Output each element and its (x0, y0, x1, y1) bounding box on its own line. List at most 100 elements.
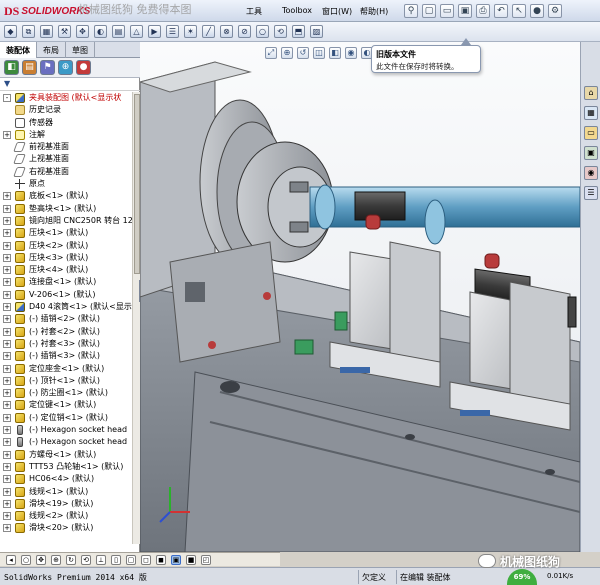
expand-toggle-icon[interactable]: + (3, 278, 11, 287)
expand-toggle-icon[interactable]: + (3, 229, 11, 238)
perspective-icon[interactable]: ◰ (201, 554, 211, 565)
expand-toggle-icon[interactable]: + (3, 241, 11, 250)
expand-toggle-icon[interactable]: + (3, 512, 11, 521)
feature-manager-icon[interactable]: ◧ (4, 60, 19, 75)
tree-item[interactable]: + (-) 顶针<1> (默认) (0, 375, 132, 387)
tree-item[interactable]: + 垫高块<1> (默认) (0, 203, 132, 215)
expand-toggle-icon[interactable]: + (3, 364, 11, 373)
expand-toggle-icon[interactable]: + (3, 462, 11, 471)
expand-toggle-icon[interactable]: + (3, 376, 11, 385)
tree-scrollbar[interactable] (132, 92, 140, 544)
open-file-icon[interactable]: ▭ (440, 4, 454, 18)
expand-toggle-icon[interactable]: + (3, 438, 11, 447)
expand-toggle-icon[interactable]: + (3, 303, 11, 312)
tree-item[interactable]: - 夹具装配图 (默认<显示状 (0, 92, 132, 104)
tree-item[interactable]: 原点 (0, 178, 132, 190)
tree-item[interactable]: + (-) 插销<3> (默认) (0, 350, 132, 362)
bill-of-materials-icon[interactable]: ☰ (166, 25, 179, 38)
expand-toggle-icon[interactable]: + (3, 192, 11, 201)
graphics-area[interactable]: ⤢ ⊕ ↺ ◫ ◧ ◉ ◐ ● ▣ ▤ (140, 42, 580, 552)
shaded-icon[interactable]: ■ (186, 554, 196, 565)
print-icon[interactable]: ⎙ (476, 4, 490, 18)
expand-toggle-icon[interactable]: + (3, 315, 11, 324)
tree-item[interactable]: + 注解 (0, 129, 132, 141)
tree-item[interactable]: 历史记录 (0, 104, 132, 116)
tree-item[interactable]: + 滑块<20> (默认) (0, 522, 132, 534)
expand-toggle-icon[interactable]: + (3, 401, 11, 410)
tree-filter[interactable]: ▼ (0, 79, 140, 91)
tree-item[interactable]: + (-) 定位销<1> (默认) (0, 412, 132, 424)
view-palette-icon[interactable]: ▣ (584, 146, 598, 160)
previous-icon[interactable]: ◂ (6, 554, 16, 565)
roll-icon[interactable]: ⟲ (81, 554, 91, 565)
tree-item[interactable]: + 线规<2> (默认) (0, 510, 132, 522)
design-library-icon[interactable]: ▦ (584, 106, 598, 120)
new-file-icon[interactable]: ▢ (422, 4, 436, 18)
expand-toggle-icon[interactable]: + (3, 487, 11, 496)
interference-detection-icon[interactable]: ⊗ (220, 25, 233, 38)
custom-properties-icon[interactable]: ☰ (584, 186, 598, 200)
expand-toggle-icon[interactable]: + (3, 216, 11, 225)
mate-icon[interactable]: ⧉ (22, 25, 35, 38)
tab-layout[interactable]: 布局 (37, 42, 66, 58)
display-manager-icon[interactable]: ● (76, 60, 91, 75)
hidden-lines-removed-icon[interactable]: ◼ (156, 554, 166, 565)
zoom-icon[interactable]: ⊕ (51, 554, 61, 565)
expand-toggle-icon[interactable]: + (3, 130, 11, 139)
tree-item[interactable]: + 连接盘<1> (默认) (0, 276, 132, 288)
expand-toggle-icon[interactable]: + (3, 266, 11, 275)
tree-item[interactable]: + D40 4滚筒<1> (默认<显示状 (0, 301, 132, 313)
tree-item[interactable]: + 定位座金<1> (默认) (0, 363, 132, 375)
tree-item[interactable]: + (-) 衬套<3> (默认) (0, 338, 132, 350)
insert-component-icon[interactable]: ◆ (4, 25, 17, 38)
rebuild-icon[interactable]: ● (530, 4, 544, 18)
zoom-to-area-icon[interactable]: ⊕ (281, 47, 293, 59)
normal-to-icon[interactable]: ⟂ (96, 554, 106, 565)
tree-item[interactable]: + 线规<1> (默认) (0, 486, 132, 498)
tree-item[interactable]: 前视基准面 (0, 141, 132, 153)
tree-item[interactable]: + (-) 衬套<2> (默认) (0, 326, 132, 338)
tree-item[interactable]: + V-206<1> (默认) (0, 289, 132, 301)
show-hidden-icon[interactable]: ◐ (94, 25, 107, 38)
tree-item[interactable]: + 压块<1> (默认) (0, 227, 132, 239)
dimxpert-icon[interactable]: ⊕ (58, 60, 73, 75)
expand-toggle-icon[interactable]: + (3, 413, 11, 422)
reference-geometry-icon[interactable]: △ (130, 25, 143, 38)
view-orientation-icon[interactable]: ◧ (329, 47, 341, 59)
expand-toggle-icon[interactable]: + (3, 327, 11, 336)
expand-toggle-icon[interactable]: + (3, 499, 11, 508)
pan-icon[interactable]: ✥ (36, 554, 46, 565)
display-style-icon[interactable]: ◉ (345, 47, 357, 59)
configuration-manager-icon[interactable]: ⚑ (40, 60, 55, 75)
hidden-lines-visible-icon[interactable]: ◻ (141, 554, 151, 565)
expand-toggle-icon[interactable]: + (3, 204, 11, 213)
tree-item[interactable]: + (-) Hexagon socket head (0, 436, 132, 448)
menu-toolbox[interactable]: Toolbox (282, 6, 312, 15)
assembly-features-icon[interactable]: ▤ (112, 25, 125, 38)
section-view-icon[interactable]: ◫ (313, 47, 325, 59)
new-motion-study-icon[interactable]: ▶ (148, 25, 161, 38)
menu-help[interactable]: 帮助(H) (360, 6, 388, 17)
tree-item[interactable]: + 镜向旭阳 CNC250R 转台 12 (0, 215, 132, 227)
expand-toggle-icon[interactable]: + (3, 253, 11, 262)
expand-toggle-icon[interactable]: + (3, 524, 11, 533)
tree-item[interactable]: + (-) 插销<2> (默认) (0, 313, 132, 325)
collapse-toggle-icon[interactable]: - (3, 94, 11, 102)
tab-sketch[interactable]: 草图 (66, 42, 95, 58)
menu-window[interactable]: 窗口(W) (322, 6, 352, 17)
previous-view-icon[interactable]: ↺ (297, 47, 309, 59)
tree-item[interactable]: 上视基准面 (0, 153, 132, 165)
filter-icon[interactable]: ▼ (4, 79, 10, 88)
expand-toggle-icon[interactable]: + (3, 426, 11, 435)
menu-tools[interactable]: 工具 (246, 6, 262, 17)
clearance-verification-icon[interactable]: ⊘ (238, 25, 251, 38)
file-explorer-icon[interactable]: ▭ (584, 126, 598, 140)
exploded-view-icon[interactable]: ✶ (184, 25, 197, 38)
linear-pattern-icon[interactable]: ▦ (40, 25, 53, 38)
tree-item[interactable]: + 滑块<19> (默认) (0, 498, 132, 510)
pin-icon[interactable]: ⚲ (404, 4, 418, 18)
speedpak-icon[interactable]: ⬒ (292, 25, 305, 38)
expand-toggle-icon[interactable]: + (3, 389, 11, 398)
select-icon[interactable]: ↖ (512, 4, 526, 18)
tree-item[interactable]: + TTT53 凸轮轴<1> (默认) (0, 461, 132, 473)
